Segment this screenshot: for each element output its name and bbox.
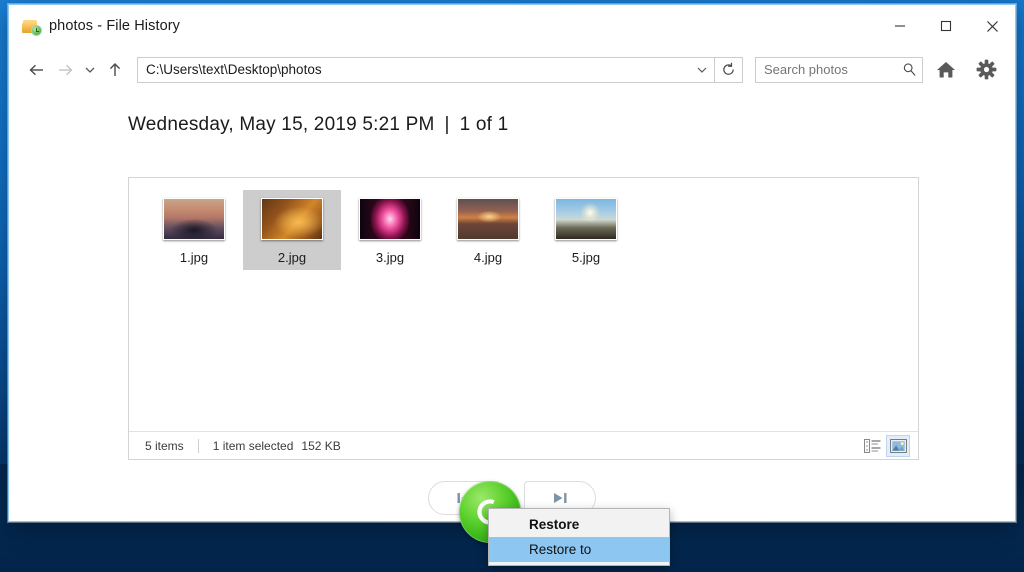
up-button[interactable]: [101, 56, 129, 84]
forward-arrow-icon: [59, 64, 73, 75]
file-thumbnail: [163, 198, 225, 240]
search-input[interactable]: Search photos: [756, 62, 896, 77]
large-icons-view-button[interactable]: [886, 434, 910, 457]
window-controls: [877, 5, 1015, 47]
maximize-icon: [940, 20, 952, 32]
file-thumbnail: [457, 198, 519, 240]
minimize-button[interactable]: [877, 5, 923, 47]
search-icon[interactable]: [896, 62, 922, 77]
file-history-window: photos - File History C:\Users\text\Desk…: [8, 4, 1016, 522]
selection-size-label: 152 KB: [301, 438, 341, 453]
version-date-text: Wednesday, May 15, 2019 5:21 PM: [128, 114, 435, 135]
menu-item-restore[interactable]: Restore: [489, 512, 669, 537]
file-name-label: 4.jpg: [473, 250, 503, 265]
minimize-icon: [895, 25, 905, 27]
details-view-button[interactable]: [860, 435, 884, 457]
file-name-label: 5.jpg: [571, 250, 601, 265]
file-thumbnail: [359, 198, 421, 240]
home-button[interactable]: [929, 53, 963, 87]
version-date-header: Wednesday, May 15, 2019 5:21 PM | 1 of 1: [128, 114, 1015, 136]
file-item-2[interactable]: 2.jpg: [243, 190, 341, 270]
refresh-icon: [723, 62, 734, 75]
settings-button[interactable]: [969, 53, 1003, 87]
navigation-toolbar: C:\Users\text\Desktop\photos Search phot…: [9, 47, 1015, 92]
address-dropdown-button[interactable]: [690, 58, 714, 82]
folder-history-icon: [22, 18, 42, 36]
search-box[interactable]: Search photos: [755, 56, 923, 83]
large-icons-view-icon: [889, 438, 907, 453]
file-thumbnail: [555, 198, 617, 240]
menu-item-restore-to[interactable]: Restore to: [489, 537, 669, 562]
item-count-label: 5 items: [145, 438, 184, 453]
file-name-label: 1.jpg: [179, 250, 209, 265]
file-list-panel: 1.jpg 2.jpg 3.jpg 4.jpg 5.jpg 5 items 1 …: [128, 177, 919, 460]
title-bar: photos - File History: [9, 5, 1015, 47]
home-icon: [937, 62, 955, 78]
up-arrow-icon: [109, 62, 121, 76]
chevron-down-icon: [697, 67, 707, 73]
file-thumbnail: [261, 198, 323, 240]
details-view-icon: [863, 438, 880, 453]
status-divider: [197, 438, 199, 453]
version-counter-text: 1 of 1: [459, 114, 509, 135]
file-item-1[interactable]: 1.jpg: [145, 190, 243, 270]
maximize-button[interactable]: [923, 5, 969, 47]
address-bar[interactable]: C:\Users\text\Desktop\photos: [137, 56, 715, 83]
back-button[interactable]: [23, 56, 51, 84]
file-name-label: 2.jpg: [277, 250, 307, 265]
file-item-5[interactable]: 5.jpg: [537, 190, 635, 270]
restore-context-menu: Restore Restore to: [488, 508, 670, 566]
recent-locations-button[interactable]: [79, 56, 101, 84]
refresh-button[interactable]: [715, 56, 743, 83]
selection-label: 1 item selected: [212, 438, 294, 453]
close-icon: [986, 20, 998, 32]
status-bar: 5 items 1 item selected 152 KB: [129, 431, 918, 459]
address-path-text: C:\Users\text\Desktop\photos: [146, 62, 322, 77]
close-button[interactable]: [969, 5, 1015, 47]
window-title: photos - File History: [49, 18, 181, 34]
next-version-icon: [554, 493, 567, 503]
header-separator: |: [444, 114, 450, 135]
file-items-container: 1.jpg 2.jpg 3.jpg 4.jpg 5.jpg: [129, 178, 918, 270]
desktop-background: photos - File History C:\Users\text\Desk…: [0, 0, 1024, 572]
file-item-3[interactable]: 3.jpg: [341, 190, 439, 270]
file-item-4[interactable]: 4.jpg: [439, 190, 537, 270]
gear-icon: [976, 59, 996, 80]
back-arrow-icon: [29, 64, 43, 75]
file-name-label: 3.jpg: [375, 250, 405, 265]
chevron-down-icon: [85, 67, 95, 73]
forward-button[interactable]: [51, 56, 79, 84]
